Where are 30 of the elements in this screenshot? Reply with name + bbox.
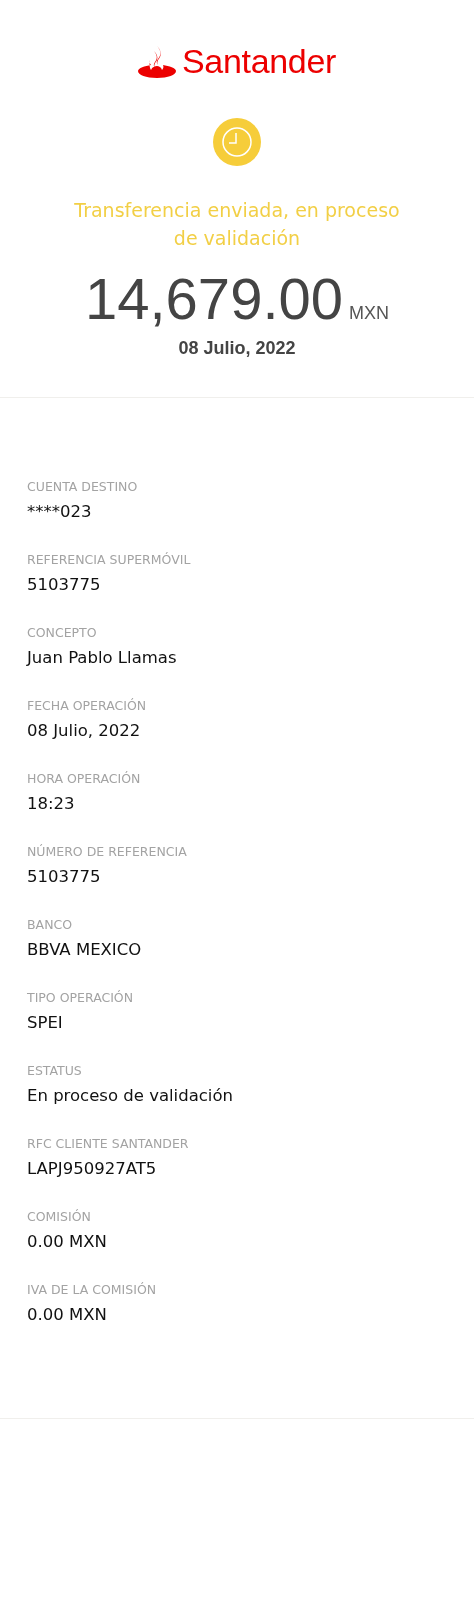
field-value: BBVA MEXICO — [27, 939, 142, 961]
field-label: RFC CLIENTE SANTANDER — [27, 1135, 189, 1153]
field-value: ****023 — [27, 501, 92, 523]
field-label: FECHA OPERACIÓN — [27, 697, 147, 715]
field-label: NÚMERO DE REFERENCIA — [27, 843, 187, 861]
field-value: 5103775 — [27, 574, 101, 596]
field-value: 18:23 — [27, 793, 75, 815]
field-value: 0.00 MXN — [27, 1231, 107, 1253]
brand-name: Santander — [181, 42, 337, 81]
amount: 14,679.00 — [85, 265, 343, 332]
status-message: Transferencia enviada, en proceso de validación — [73, 197, 401, 251]
field-label: HORA OPERACIÓN — [27, 770, 141, 788]
field-value: Juan Pablo Llamas — [27, 647, 177, 669]
transfer-date: 08 Julio, 2022 — [178, 337, 296, 359]
currency: MXN — [349, 302, 389, 324]
field-label: CUENTA DESTINO — [27, 478, 138, 496]
field-value: 08 Julio, 2022 — [27, 720, 141, 742]
field-value: 0.00 MXN — [27, 1304, 107, 1326]
field-label: CONCEPTO — [27, 624, 97, 642]
field-label: IVA DE LA COMISIÓN — [27, 1281, 157, 1299]
field-label: COMISIÓN — [27, 1208, 91, 1226]
field-label: TIPO OPERACIÓN — [27, 989, 134, 1007]
field-value: En proceso de validación — [27, 1085, 233, 1107]
field-label: ESTATUS — [27, 1062, 82, 1080]
field-label: BANCO — [27, 916, 73, 934]
field-value: LAPJ950927AT5 — [27, 1158, 157, 1180]
field-label: REFERENCIA SUPERMÓVIL — [27, 551, 191, 569]
field-value: SPEI — [27, 1012, 63, 1034]
field-value: 5103775 — [27, 866, 101, 888]
clock-icon — [213, 117, 261, 166]
